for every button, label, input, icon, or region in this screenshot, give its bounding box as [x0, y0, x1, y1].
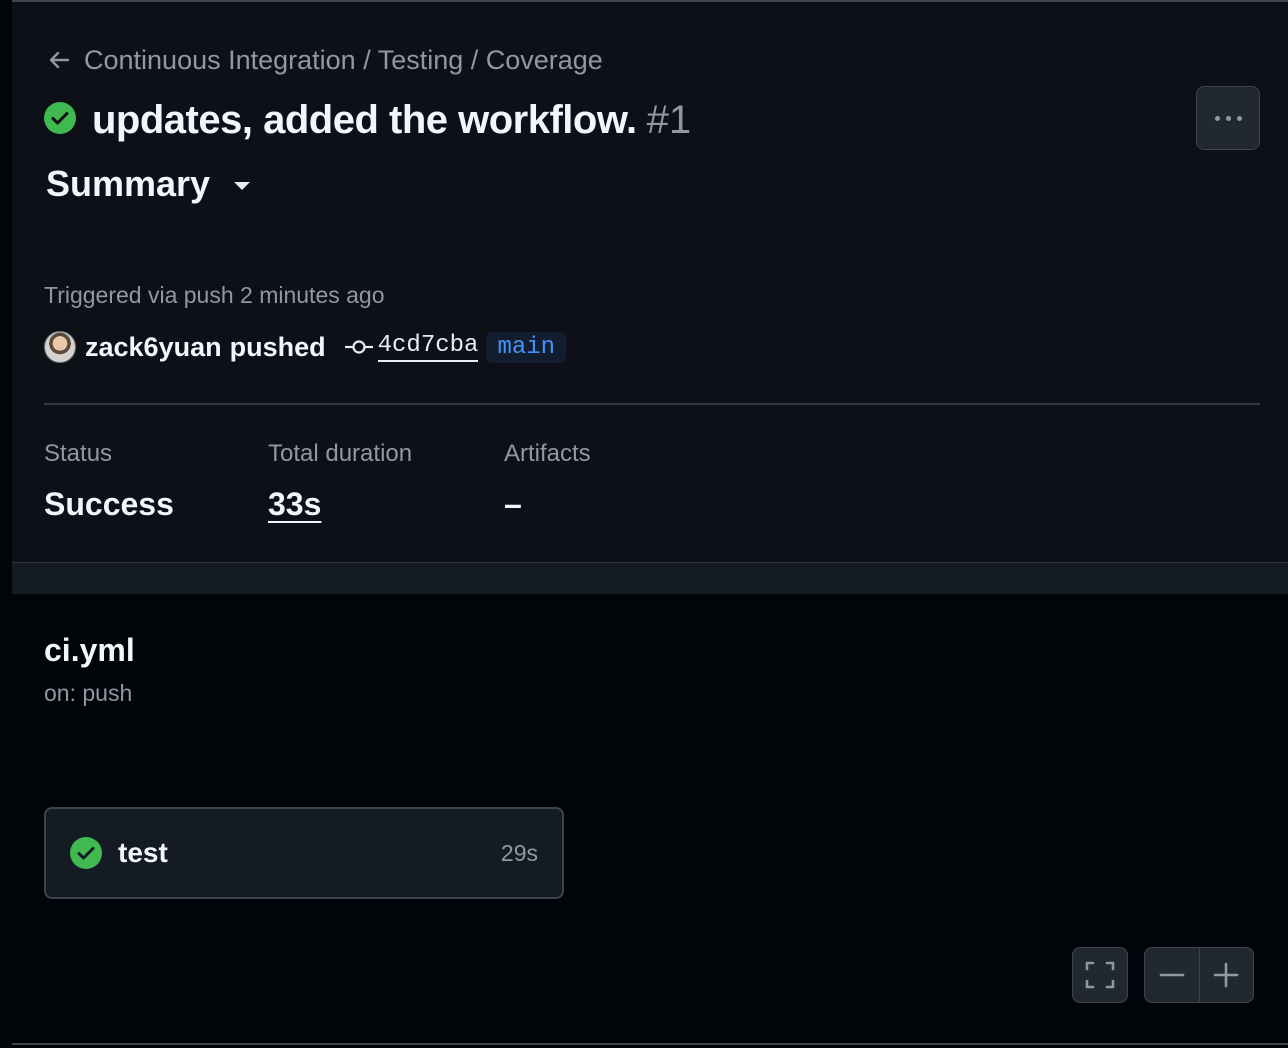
divider: [44, 403, 1260, 405]
branch-badge[interactable]: main: [486, 331, 567, 363]
workflow-trigger: on: push: [44, 680, 133, 706]
fullscreen-button[interactable]: [1072, 947, 1128, 1003]
left-edge: [0, 0, 12, 1048]
workflow-file-name: ci.yml: [44, 632, 135, 668]
summary-dropdown[interactable]: Summary: [46, 160, 251, 208]
run-number: #1: [646, 97, 692, 142]
job-duration: 29s: [500, 839, 538, 866]
page-title: updates, added the workflow.: [92, 97, 637, 142]
avatar[interactable]: [44, 331, 76, 363]
plus-icon: [1213, 962, 1239, 988]
zoom-in-button[interactable]: [1200, 948, 1254, 1002]
dash-icon: [1159, 973, 1185, 977]
artifacts-value: –: [504, 486, 522, 522]
git-commit-icon: [344, 340, 373, 354]
bottom-border: [12, 1043, 1288, 1045]
check-circle-fill-icon: [70, 837, 102, 869]
run-title-row: updates, added the workflow. #1: [44, 96, 691, 144]
summary-label: Summary: [46, 163, 211, 204]
screen-full-icon: [1085, 961, 1115, 989]
status-stat: Status Success: [44, 440, 174, 523]
breadcrumb-text[interactable]: Continuous Integration / Testing / Cover…: [84, 45, 603, 76]
kebab-horizontal-icon: [1214, 115, 1220, 121]
commit-sha-link[interactable]: 4cd7cba: [377, 332, 479, 362]
push-info: zack6yuan pushed 4cd7cba main: [44, 328, 567, 366]
zoom-out-button[interactable]: [1145, 948, 1199, 1002]
status-value: Success: [44, 486, 174, 522]
status-label: Status: [44, 440, 113, 467]
artifacts-label: Artifacts: [504, 440, 591, 467]
job-card-test[interactable]: test 29s: [44, 807, 564, 899]
duration-link[interactable]: 33s: [268, 486, 412, 523]
push-action: pushed: [229, 331, 326, 362]
section-separator: [12, 562, 1288, 594]
more-options-button[interactable]: [1196, 86, 1260, 150]
triggered-text: Triggered via push 2 minutes ago: [44, 282, 385, 308]
job-name: test: [118, 837, 168, 868]
breadcrumb: Continuous Integration / Testing / Cover…: [46, 44, 603, 76]
duration-label: Total duration: [268, 440, 413, 467]
check-circle-fill-icon: [44, 102, 76, 134]
arrow-left-icon[interactable]: [46, 47, 72, 73]
artifacts-stat: Artifacts –: [504, 440, 591, 523]
actor-link[interactable]: zack6yuan: [85, 332, 222, 363]
zoom-controls: [1144, 947, 1254, 1003]
triangle-down-icon: [234, 182, 251, 190]
duration-stat: Total duration 33s: [268, 440, 412, 523]
